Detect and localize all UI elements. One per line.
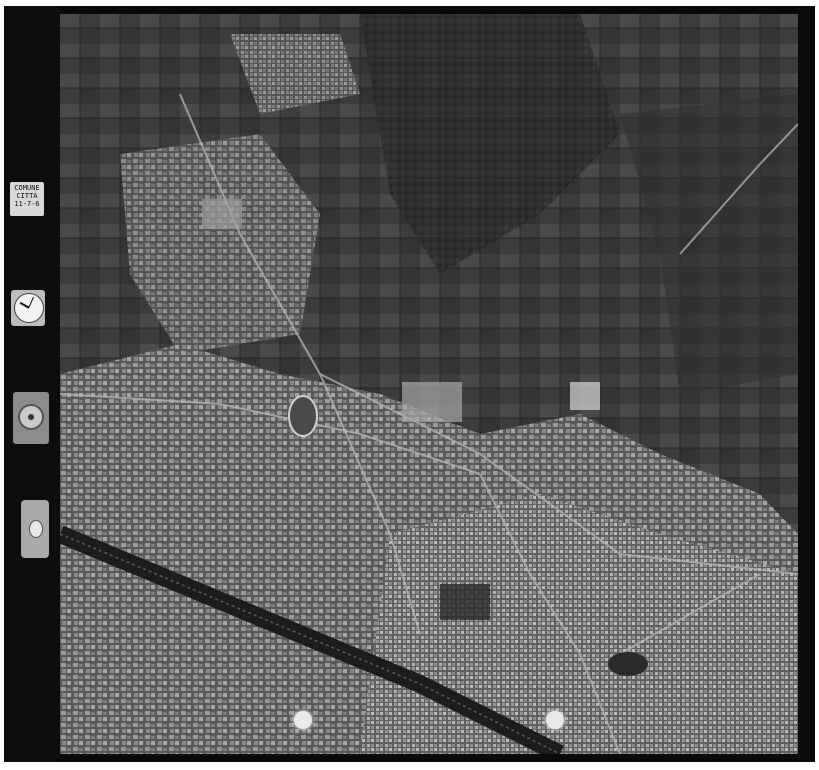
aerial-photo-canvas: [60, 14, 798, 754]
sports-track: [288, 395, 318, 437]
fiducial-mark-left: [294, 711, 312, 729]
open-yard: [440, 584, 490, 620]
clock-icon: [11, 290, 45, 326]
round-piazza: [608, 652, 648, 676]
building-complex-northwest: [202, 199, 242, 229]
label-line-2: CITTÀ: [16, 192, 38, 200]
fiducial-mark-right: [546, 711, 564, 729]
data-strip: COMUNE CITTÀ 11-7-6 095: [4, 6, 90, 762]
frame-notch: [803, 361, 815, 379]
label-line-3: 11-7-6: [14, 200, 40, 208]
altimeter-icon: [13, 392, 49, 444]
aerial-photo: [60, 14, 798, 754]
annotation-label: COMUNE CITTÀ 11-7-6: [10, 182, 44, 216]
building-complex: [402, 382, 462, 422]
building-complex-east: [570, 382, 600, 410]
label-line-1: COMUNE: [14, 184, 40, 192]
level-bubble-icon: [21, 500, 49, 558]
film-frame: COMUNE CITTÀ 11-7-6 095: [4, 6, 815, 762]
